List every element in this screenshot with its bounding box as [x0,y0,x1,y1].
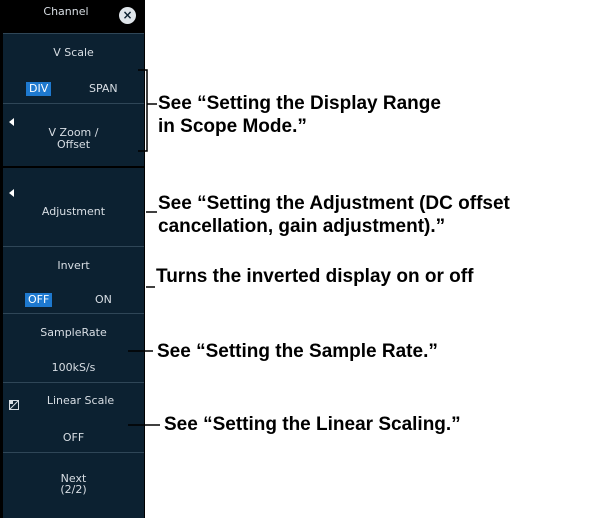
annotation-display-range-line1: See “Setting the Display Range [158,93,441,114]
callout-lines [128,69,160,426]
annotation-invert: Turns the inverted display on or off [156,266,474,287]
annotation-display-range-line2: in Scope Mode.” [158,116,307,137]
annotation-adjustment-line2: cancellation, gain adjustment).” [158,216,446,237]
bracket-display-range [138,69,148,152]
annotation-sample-rate: See “Setting the Sample Rate.” [157,341,438,362]
annotation-linear-scaling: See “Setting the Linear Scaling.” [164,414,461,435]
annotation-adjustment-line1: See “Setting the Adjustment (DC offset [158,193,510,214]
